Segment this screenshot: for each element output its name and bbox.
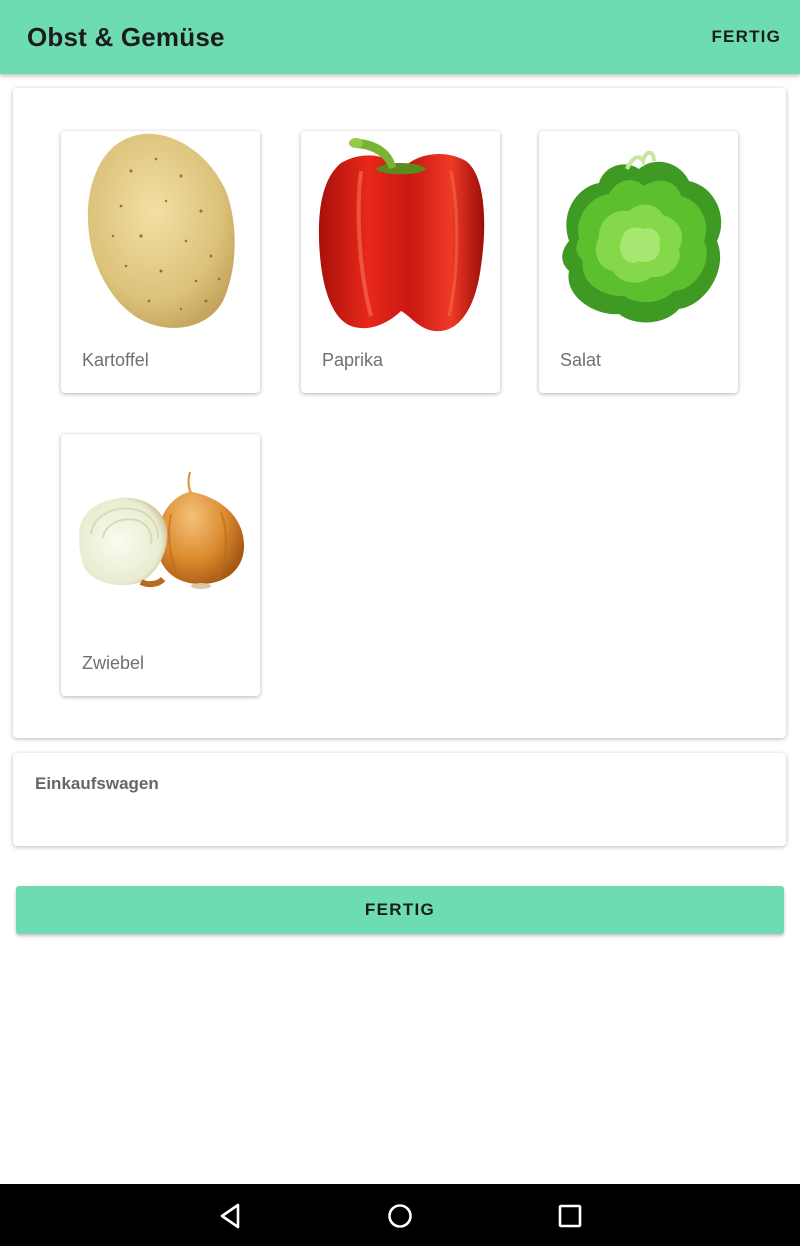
home-icon[interactable] xyxy=(385,1201,415,1231)
product-card-paprika[interactable]: Paprika xyxy=(301,131,500,393)
red-bell-pepper-icon xyxy=(318,138,485,332)
app-bar: Obst & Gemüse FERTIG xyxy=(0,0,800,74)
done-action[interactable]: FERTIG xyxy=(711,27,781,47)
onion-icon xyxy=(79,472,245,589)
system-navigation-bar xyxy=(0,1184,800,1246)
recents-icon[interactable] xyxy=(555,1201,585,1231)
cart-panel: Einkaufswagen xyxy=(13,753,786,846)
product-label: Paprika xyxy=(322,350,384,370)
product-card-zwiebel[interactable]: Zwiebel xyxy=(61,434,260,696)
product-label: Kartoffel xyxy=(82,350,149,370)
product-label: Zwiebel xyxy=(82,653,145,673)
products-panel: Kartoffel Paprika Salat Zwiebel xyxy=(13,88,786,738)
product-label: Salat xyxy=(560,350,602,370)
product-card-salat[interactable]: Salat xyxy=(539,131,738,393)
lettuce-icon xyxy=(562,150,722,323)
cart-title: Einkaufswagen xyxy=(35,774,159,793)
page-title: Obst & Gemüse xyxy=(27,22,225,52)
potato-icon xyxy=(87,133,235,328)
back-icon[interactable] xyxy=(216,1201,246,1231)
product-card-kartoffel[interactable]: Kartoffel xyxy=(61,131,260,393)
done-button[interactable]: FERTIG xyxy=(16,886,784,934)
